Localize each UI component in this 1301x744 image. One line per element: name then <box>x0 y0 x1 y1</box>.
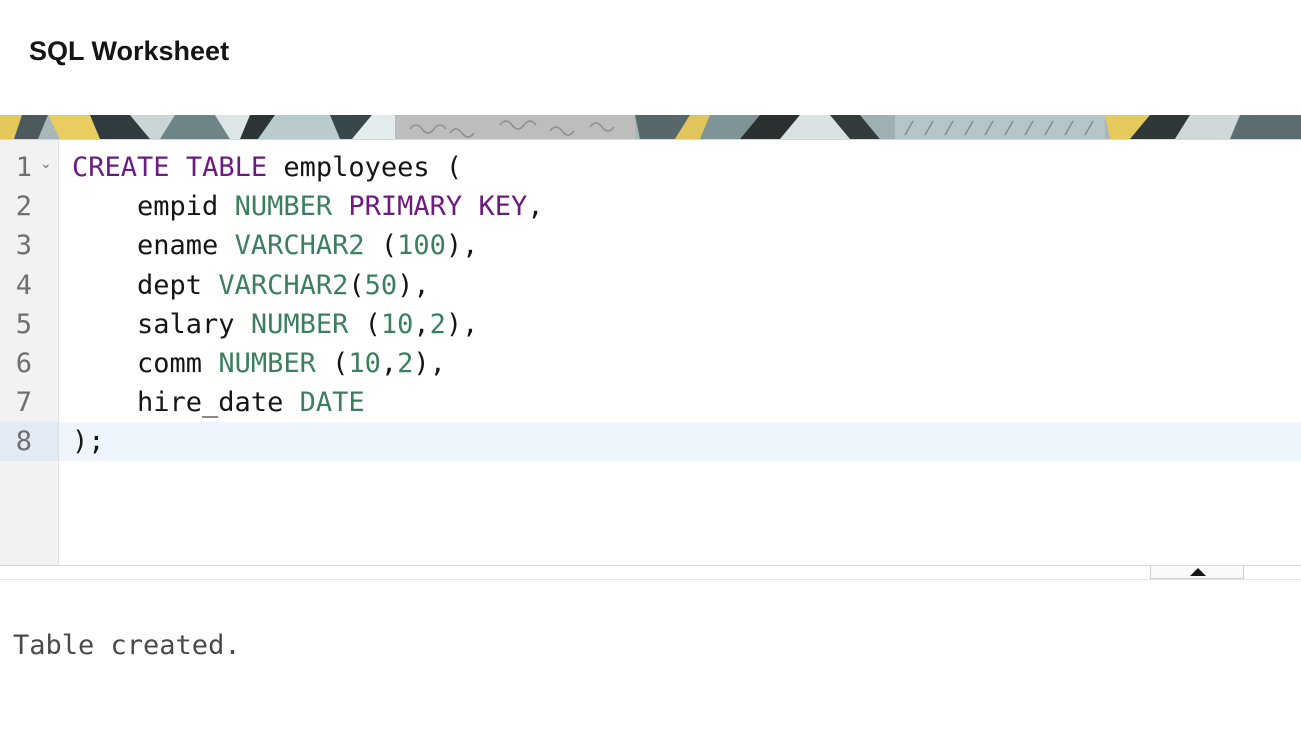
line-number: 2 <box>15 191 32 222</box>
sql-type-token: 100 <box>397 230 446 261</box>
sql-keyword: CREATE <box>72 152 170 183</box>
sql-type-token: NUMBER <box>218 348 316 379</box>
code-line[interactable]: CREATE TABLE employees ( <box>72 148 462 187</box>
sql-type-token: NUMBER <box>250 309 349 340</box>
sql-type-token: VARCHAR2 <box>218 270 349 301</box>
line-number: 4 <box>15 270 32 301</box>
sql-keyword: KEY <box>478 191 528 222</box>
sql-text: , <box>380 348 398 379</box>
line-number: 6 <box>15 348 32 379</box>
sql-type-token: 2 <box>397 348 414 379</box>
line-number: 3 <box>15 230 32 261</box>
sql-text: ( <box>315 348 349 379</box>
code-line[interactable]: comm NUMBER (10,2), <box>72 344 446 383</box>
sql-text: employees ( <box>267 152 463 183</box>
fold-chevron-icon[interactable]: ⌄ <box>40 157 52 171</box>
sql-text: ), <box>413 348 446 379</box>
worksheet-header: SQL Worksheet <box>0 0 1301 115</box>
line-number: 5 <box>15 309 32 340</box>
collapse-output-button[interactable] <box>1150 566 1244 579</box>
code-line[interactable]: ename VARCHAR2 (100), <box>72 226 478 265</box>
sql-text: hire_date <box>72 387 300 418</box>
sql-type-token: DATE <box>299 387 365 418</box>
code-line[interactable]: ); <box>72 422 105 461</box>
sql-text: , <box>527 191 544 222</box>
sql-type-token: NUMBER <box>234 191 333 222</box>
code-line[interactable]: hire_date DATE <box>72 383 365 422</box>
sql-text: empid <box>72 191 235 222</box>
code-line[interactable]: empid NUMBER PRIMARY KEY, <box>72 187 543 226</box>
sql-text: ( <box>364 230 398 261</box>
line-number: 8 <box>15 426 32 457</box>
sql-text: ename <box>72 230 235 261</box>
output-message: Table created. <box>13 630 241 661</box>
sql-type-token: 10 <box>348 348 381 379</box>
sql-text: ( <box>348 270 365 301</box>
sql-text: dept <box>72 270 219 301</box>
sql-text: salary <box>72 309 251 340</box>
sql-text: ), <box>397 270 430 301</box>
code-line[interactable]: salary NUMBER (10,2), <box>72 305 478 344</box>
sql-type-token: VARCHAR2 <box>234 230 365 261</box>
line-number: 7 <box>15 387 32 418</box>
active-line-highlight <box>0 422 1301 461</box>
decorative-pattern-icon <box>0 115 1301 139</box>
sql-type-token: 2 <box>429 309 446 340</box>
sql-text: ); <box>72 426 105 457</box>
sql-text: ), <box>445 230 479 261</box>
sql-keyword: TABLE <box>185 152 268 183</box>
sql-keyword: PRIMARY <box>348 191 463 222</box>
page-title: SQL Worksheet <box>29 36 230 66</box>
script-output-pane: Table created. <box>0 580 1301 744</box>
pane-splitter[interactable] <box>0 565 1301 580</box>
code-editor[interactable]: 1 2 3 4 5 6 7 8 ⌄ CREATE TABLE employees… <box>0 139 1301 566</box>
line-number: 1 <box>15 152 32 183</box>
decorative-banner <box>0 115 1301 139</box>
line-number-gutter: 1 2 3 4 5 6 7 8 ⌄ <box>0 140 59 566</box>
caret-up-icon <box>1190 568 1206 576</box>
sql-type-token: 50 <box>364 270 398 301</box>
code-line[interactable]: dept VARCHAR2(50), <box>72 266 430 305</box>
sql-text: ( <box>348 309 381 340</box>
sql-text: ), <box>445 309 479 340</box>
sql-type-token: 10 <box>380 309 414 340</box>
sql-text: , <box>413 309 430 340</box>
sql-text: comm <box>72 348 219 379</box>
